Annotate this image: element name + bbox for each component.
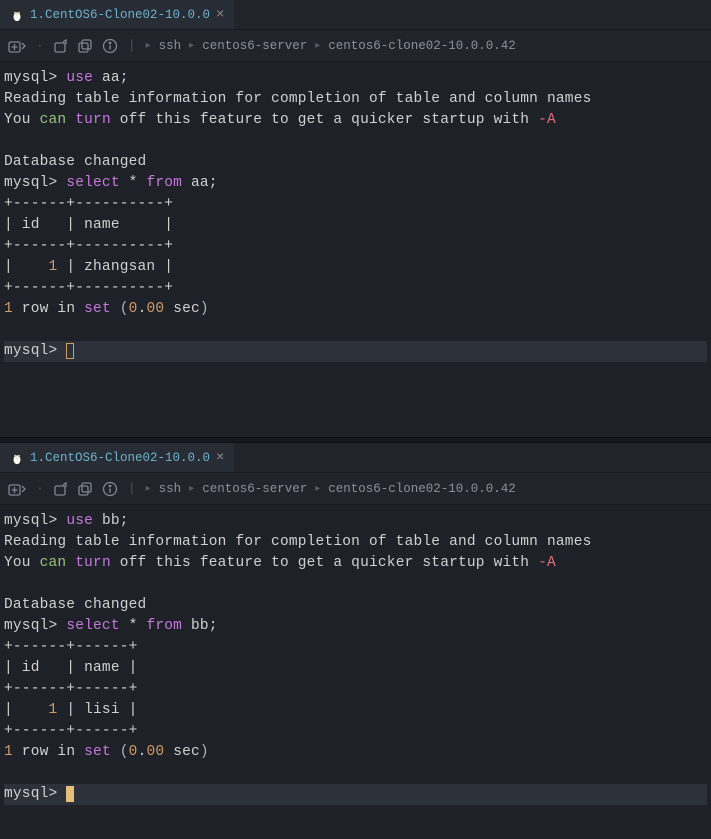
toolbar-separator: ·	[36, 38, 44, 53]
export-icon[interactable]	[54, 39, 68, 53]
toolbar-separator: |	[128, 481, 136, 496]
info-icon[interactable]	[102, 38, 118, 54]
chevron-right-icon: ▸	[315, 40, 320, 52]
penguin-icon	[10, 8, 24, 22]
toolbar-separator: ·	[36, 481, 44, 496]
export-icon[interactable]	[54, 482, 68, 496]
info-icon[interactable]	[102, 481, 118, 497]
terminal-tab[interactable]: 1.CentOS6-Clone02-10.0.0 ×	[0, 443, 234, 472]
tab-title: 1.CentOS6-Clone02-10.0.0	[30, 8, 210, 22]
breadcrumb-item[interactable]: centos6-clone02-10.0.0.42	[328, 482, 516, 496]
breadcrumb-item[interactable]: ssh	[159, 482, 182, 496]
toolbar: · | ▸ ssh ▸ centos6-server ▸ centos6-clo…	[0, 30, 711, 62]
toolbar-separator: |	[128, 38, 136, 53]
toolbar: · | ▸ ssh ▸ centos6-server ▸ centos6-clo…	[0, 473, 711, 505]
tab-bar: 1.CentOS6-Clone02-10.0.0 ×	[0, 443, 711, 473]
breadcrumb-item[interactable]: centos6-server	[202, 482, 307, 496]
chevron-right-icon: ▸	[315, 483, 320, 495]
new-tab-icon[interactable]	[8, 482, 26, 496]
breadcrumb: ▸ ssh ▸ centos6-server ▸ centos6-clone02…	[146, 39, 516, 53]
penguin-icon	[10, 451, 24, 465]
terminal-output[interactable]: mysql> use bb; Reading table information…	[0, 505, 711, 838]
cursor-icon	[66, 786, 74, 802]
breadcrumb-item[interactable]: centos6-clone02-10.0.0.42	[328, 39, 516, 53]
terminal-pane: 1.CentOS6-Clone02-10.0.0 × · | ▸ ssh ▸ c…	[0, 0, 711, 437]
new-tab-icon[interactable]	[8, 39, 26, 53]
active-prompt-line[interactable]: mysql>	[4, 341, 707, 362]
chevron-right-icon: ▸	[146, 40, 151, 52]
chevron-right-icon: ▸	[146, 483, 151, 495]
terminal-pane: 1.CentOS6-Clone02-10.0.0 × · | ▸ ssh ▸ c…	[0, 443, 711, 838]
breadcrumb-item[interactable]: centos6-server	[202, 39, 307, 53]
chevron-right-icon: ▸	[189, 40, 194, 52]
chevron-right-icon: ▸	[189, 483, 194, 495]
breadcrumb-item[interactable]: ssh	[159, 39, 182, 53]
tab-bar: 1.CentOS6-Clone02-10.0.0 ×	[0, 0, 711, 30]
breadcrumb: ▸ ssh ▸ centos6-server ▸ centos6-clone02…	[146, 482, 516, 496]
close-icon[interactable]: ×	[216, 7, 224, 23]
tab-title: 1.CentOS6-Clone02-10.0.0	[30, 451, 210, 465]
close-icon[interactable]: ×	[216, 450, 224, 466]
cursor-icon	[66, 343, 74, 359]
terminal-tab[interactable]: 1.CentOS6-Clone02-10.0.0 ×	[0, 0, 234, 29]
duplicate-icon[interactable]	[78, 39, 92, 53]
active-prompt-line[interactable]: mysql>	[4, 784, 707, 805]
duplicate-icon[interactable]	[78, 482, 92, 496]
terminal-output[interactable]: mysql> use aa; Reading table information…	[0, 62, 711, 437]
